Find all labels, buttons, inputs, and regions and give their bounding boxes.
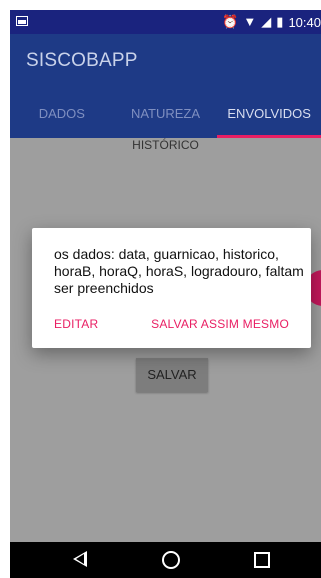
status-bar: ⏰ ▼ ◢ ▮ 10:40	[10, 10, 321, 34]
status-icons: ⏰ ▼ ◢ ▮ 10:40	[222, 13, 321, 31]
tab-natureza[interactable]: NATUREZA	[114, 90, 218, 138]
recent-apps-icon[interactable]	[254, 552, 270, 568]
home-icon[interactable]	[162, 551, 180, 569]
alert-dialog: os dados: data, guarnicao, historico, ho…	[32, 228, 311, 348]
app-title: SISCOBAPP	[26, 50, 138, 71]
back-icon[interactable]	[73, 551, 87, 567]
device-screen: ⏰ ▼ ◢ ▮ 10:40 SISCOBAPP DADOS NATUREZA E…	[10, 10, 321, 578]
app-bar: SISCOBAPP	[10, 34, 321, 90]
save-button[interactable]: SALVAR	[136, 358, 208, 392]
tab-dados[interactable]: DADOS	[10, 90, 114, 138]
wifi-icon: ▼	[243, 14, 257, 29]
save-anyway-button[interactable]: SALVAR ASSIM MESMO	[151, 317, 289, 331]
status-time: 10:40	[288, 14, 321, 30]
alarm-icon: ⏰	[222, 14, 239, 29]
navigation-bar	[10, 542, 321, 578]
historico-label: HISTÓRICO	[132, 138, 199, 152]
edit-button[interactable]: EDITAR	[54, 317, 98, 331]
image-icon	[16, 16, 28, 26]
battery-icon: ▮	[276, 14, 284, 29]
dialog-message: os dados: data, guarnicao, historico, ho…	[54, 246, 304, 296]
signal-icon: ◢	[261, 14, 272, 29]
tab-bar: DADOS NATUREZA ENVOLVIDOS	[10, 90, 321, 138]
tab-envolvidos[interactable]: ENVOLVIDOS	[217, 90, 321, 138]
